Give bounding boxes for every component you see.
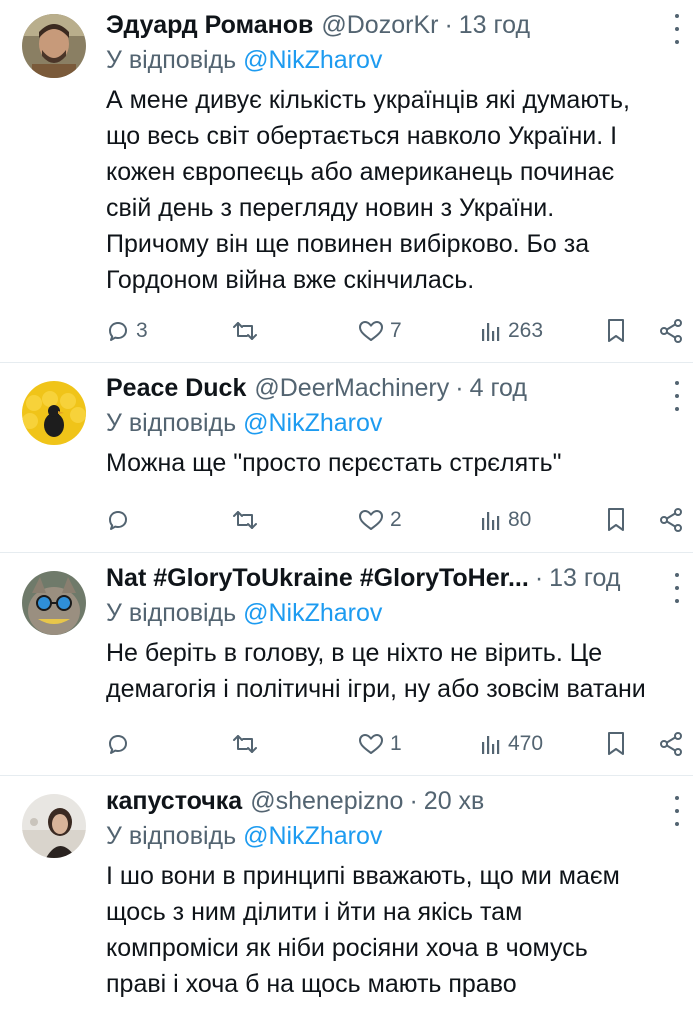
reply-prefix: У відповідь	[106, 822, 244, 850]
more-icon[interactable]	[667, 14, 687, 44]
tweet[interactable]: капусточка @shenepizno · 20 хв У відпові…	[0, 776, 693, 1024]
likes-count: 1	[390, 732, 402, 755]
views-button[interactable]: 263	[480, 311, 543, 351]
tweet[interactable]: Nat #GloryToUkraine #GloryToHer... · 13 …	[0, 553, 693, 775]
reply-prefix: У відповідь	[106, 599, 244, 627]
display-name[interactable]: Peace Duck	[106, 374, 246, 403]
share-icon	[658, 507, 684, 533]
display-name[interactable]: капусточка	[106, 787, 242, 816]
bookmark-icon	[606, 731, 626, 757]
retweet-button[interactable]	[232, 311, 264, 351]
action-bar: 2 80	[106, 500, 693, 540]
retweet-button[interactable]	[232, 724, 264, 764]
retweet-icon	[232, 319, 258, 343]
timestamp[interactable]: 20 хв	[424, 787, 485, 816]
reply-mention[interactable]: @NikZharov	[243, 46, 382, 74]
reply-mention[interactable]: @NikZharov	[243, 409, 382, 437]
views-icon	[480, 508, 502, 532]
timestamp[interactable]: 13 год	[549, 564, 620, 593]
tweet[interactable]: Peace Duck @DeerMachinery · 4 год У відп…	[0, 363, 693, 552]
tweet-text: Не беріть в голову, в це ніхто не вірить…	[106, 639, 646, 703]
reply-prefix: У відповідь	[106, 409, 244, 437]
reply-mention[interactable]: @NikZharov	[243, 599, 382, 627]
reply-icon	[106, 732, 130, 756]
reply-button[interactable]	[106, 500, 136, 540]
like-button[interactable]: 7	[358, 311, 402, 351]
like-button[interactable]: 1	[358, 724, 402, 764]
tweet-text: А мене дивує кількість українців які дум…	[106, 86, 630, 294]
tweet-text: І шо вони в принципі вважають, що ми має…	[106, 862, 620, 998]
action-bar: 1 470	[106, 724, 693, 764]
reply-button[interactable]	[106, 724, 136, 764]
likes-count: 2	[390, 508, 402, 531]
user-handle[interactable]: @DeerMachinery	[254, 374, 449, 403]
more-icon[interactable]	[667, 573, 687, 603]
timestamp[interactable]: 4 год	[470, 374, 527, 403]
views-button[interactable]: 470	[480, 724, 543, 764]
more-icon[interactable]	[667, 381, 687, 411]
share-button[interactable]	[658, 311, 684, 351]
retweet-icon	[232, 732, 258, 756]
tweet-text: Можна ще "просто пєрєстать стрєлять"	[106, 449, 562, 477]
reply-context: У відповідь @NikZharov	[106, 42, 683, 78]
retweet-icon	[232, 508, 258, 532]
views-button[interactable]: 80	[480, 500, 531, 540]
user-handle[interactable]: @DozorKr	[321, 11, 438, 40]
reply-icon	[106, 319, 130, 343]
action-bar: 3 7 263	[106, 311, 693, 351]
share-button[interactable]	[658, 500, 684, 540]
share-button[interactable]	[658, 724, 684, 764]
reply-icon	[106, 508, 130, 532]
separator-dot: ·	[444, 10, 453, 39]
separator-dot: ·	[534, 563, 544, 592]
reply-context: У відповідь @NikZharov	[106, 818, 683, 854]
bookmark-button[interactable]	[606, 724, 626, 764]
heart-icon	[358, 319, 384, 343]
share-icon	[658, 318, 684, 344]
share-icon	[658, 731, 684, 757]
avatar[interactable]	[22, 381, 86, 445]
reply-button[interactable]: 3	[106, 311, 148, 351]
likes-count: 7	[390, 319, 402, 342]
separator-dot: ·	[455, 373, 464, 402]
avatar[interactable]	[22, 794, 86, 858]
heart-icon	[358, 732, 384, 756]
reply-context: У відповідь @NikZharov	[106, 595, 683, 631]
separator-dot: ·	[409, 786, 418, 815]
views-icon	[480, 319, 502, 343]
display-name[interactable]: Эдуард Романов	[106, 11, 313, 40]
tweet[interactable]: Эдуард Романов @DozorKr · 13 год У відпо…	[0, 0, 693, 362]
reply-mention[interactable]: @NikZharov	[243, 822, 382, 850]
views-count: 263	[508, 319, 544, 342]
heart-icon	[358, 508, 384, 532]
views-count: 80	[508, 508, 532, 531]
replies-count: 3	[136, 319, 148, 342]
avatar[interactable]	[22, 571, 86, 635]
bookmark-button[interactable]	[606, 500, 626, 540]
display-name[interactable]: Nat #GloryToUkraine #GloryToHer...	[106, 564, 529, 593]
bookmark-icon	[606, 507, 626, 533]
avatar[interactable]	[22, 14, 86, 78]
views-icon	[480, 732, 502, 756]
bookmark-button[interactable]	[606, 311, 626, 351]
views-count: 470	[508, 732, 544, 755]
reply-context: У відповідь @NikZharov	[106, 405, 683, 441]
user-handle[interactable]: @shenepizno	[250, 787, 403, 816]
more-icon[interactable]	[667, 796, 687, 826]
retweet-button[interactable]	[232, 500, 264, 540]
like-button[interactable]: 2	[358, 500, 402, 540]
bookmark-icon	[606, 318, 626, 344]
reply-prefix: У відповідь	[106, 46, 244, 74]
timestamp[interactable]: 13 год	[459, 11, 530, 40]
